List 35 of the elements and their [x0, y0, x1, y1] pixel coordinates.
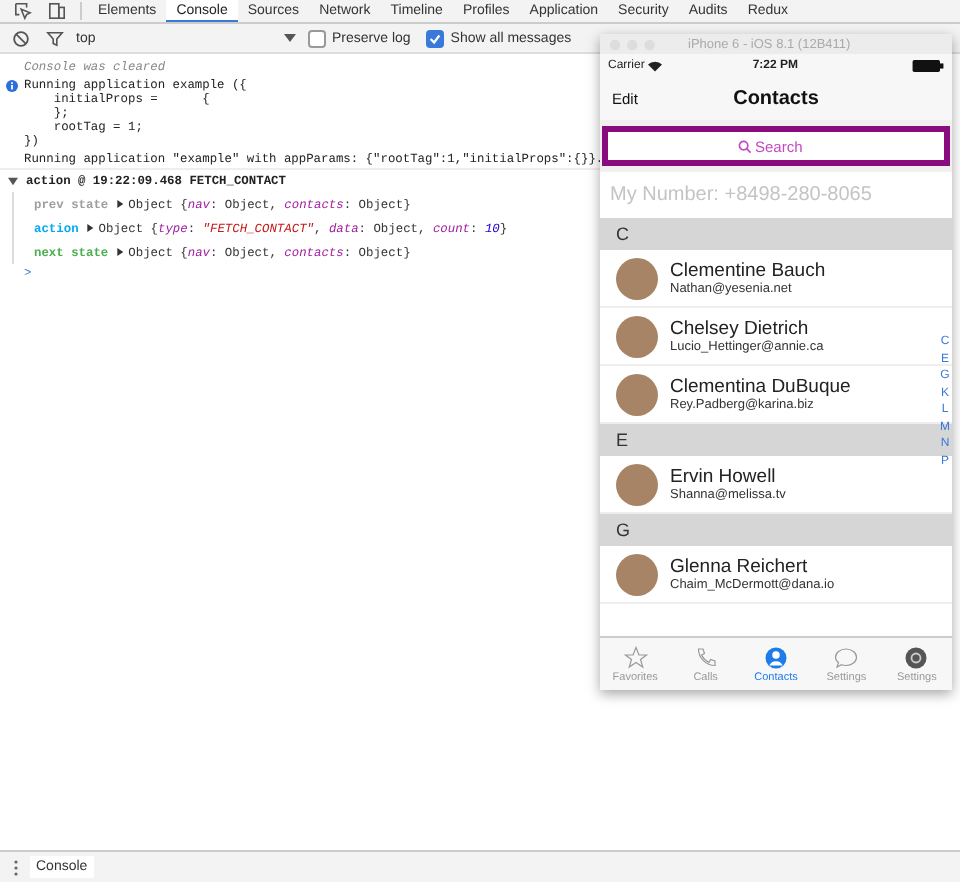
expand-triangle-icon[interactable]	[116, 200, 125, 208]
nav-title: Contacts	[733, 87, 819, 109]
avatar-placeholder	[616, 257, 658, 299]
search-icon	[737, 139, 751, 153]
inspect-icon[interactable]	[14, 2, 32, 20]
gear-icon	[904, 645, 929, 669]
speech-bubble-icon	[834, 645, 859, 669]
section-letter: C	[616, 224, 629, 244]
expand-triangle-icon[interactable]	[116, 248, 125, 256]
star-icon	[623, 645, 648, 669]
avatar-placeholder	[616, 373, 658, 415]
contact-name: Clementina DuBuque	[670, 376, 851, 398]
section-letter: E	[616, 430, 629, 450]
clear-console-icon[interactable]	[12, 29, 30, 47]
avatar-placeholder	[616, 463, 658, 505]
filter-icon[interactable]	[46, 29, 64, 47]
contact-name: Chelsey Dietrich	[670, 318, 811, 340]
info-icon	[6, 80, 18, 92]
contact-name: Clementine Bauch	[670, 260, 826, 282]
expanded-triangle-icon[interactable]	[8, 176, 18, 186]
my-number-text: My Number: +8498-280-8065	[608, 182, 874, 210]
section-letter: G	[616, 520, 631, 540]
checkbox[interactable]	[308, 29, 326, 47]
checkbox[interactable]	[426, 29, 445, 47]
phone-icon	[693, 645, 718, 669]
avatar-placeholder	[616, 315, 658, 357]
caret-icon	[284, 34, 296, 42]
person-icon	[764, 645, 788, 669]
expand-triangle-icon[interactable]	[86, 224, 95, 232]
battery-icon	[912, 59, 944, 71]
contact-name: Glenna Reichert	[670, 556, 810, 578]
device-icon[interactable]	[48, 2, 66, 20]
avatar-placeholder	[616, 553, 658, 595]
contact-name: Ervin Howell	[670, 466, 778, 488]
wifi-icon	[648, 59, 663, 71]
